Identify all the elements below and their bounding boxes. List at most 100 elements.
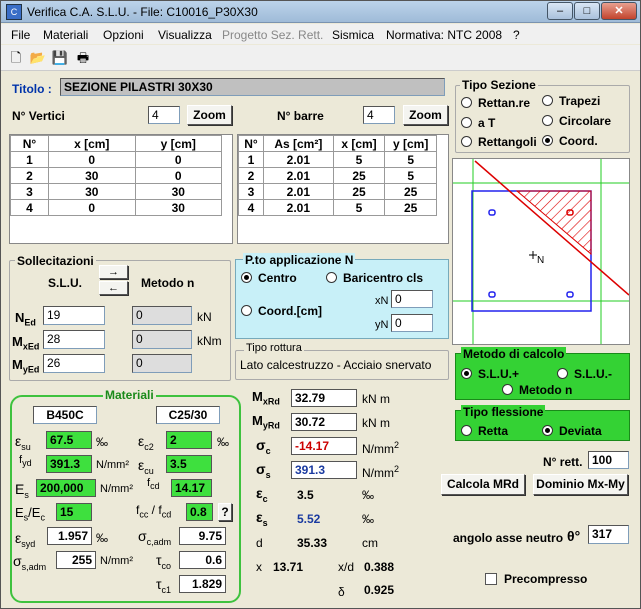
es-field[interactable]: 200,000 <box>36 479 96 497</box>
n3-input[interactable]: 0 <box>132 354 192 373</box>
cell[interactable]: 5 <box>332 151 386 168</box>
print-icon[interactable]: 🖶 <box>74 49 92 67</box>
cell[interactable]: 25 <box>332 167 386 184</box>
calcola-mrd-button[interactable]: Calcola MRd <box>441 474 525 495</box>
radio-at[interactable] <box>461 117 472 128</box>
cell[interactable]: 30 <box>134 183 222 200</box>
menu-help[interactable]: ? <box>513 28 520 42</box>
menu-file[interactable]: File <box>11 28 30 42</box>
radio-coord[interactable] <box>542 135 553 146</box>
vertici-table[interactable]: N° x [cm] y [cm] 100 2 30 0 3 30 30 4 0 30 <box>10 135 222 216</box>
yn-input[interactable]: 0 <box>391 314 433 332</box>
table-row[interactable]: 4 0 30 <box>10 199 222 216</box>
menu-visualizza[interactable]: Visualizza <box>158 28 212 42</box>
cell[interactable]: 25 <box>384 199 437 216</box>
concrete-class-field[interactable]: C25/30 <box>156 406 220 424</box>
radio-baricentro[interactable] <box>326 272 337 283</box>
fcc-fcd-field[interactable]: 0.8 <box>186 503 213 521</box>
maximize-button[interactable]: □ <box>574 2 600 20</box>
cell[interactable]: 3 <box>238 183 264 200</box>
vertici-input[interactable]: 4 <box>148 106 180 124</box>
radio-centro[interactable] <box>241 272 252 283</box>
myed-input[interactable]: 26 <box>43 354 105 373</box>
minimize-button[interactable]: – <box>547 2 573 20</box>
radio-slu-plus[interactable] <box>461 368 472 379</box>
radio-metodo-n[interactable] <box>502 384 513 395</box>
table-row[interactable]: 3 2.01 25 25 <box>238 183 437 200</box>
radio-retta[interactable] <box>461 425 472 436</box>
barre-table[interactable]: N° As [cm²] x [cm] y [cm] 1 2.01 5 5 2 2.01 25 5 … <box>238 135 437 216</box>
cell[interactable]: 2.01 <box>263 183 334 200</box>
cell[interactable]: 30 <box>134 199 222 216</box>
cell[interactable]: 30 <box>48 167 136 184</box>
dominio-button[interactable]: Dominio Mx-My <box>533 474 628 495</box>
table-row[interactable]: 1 2.01 5 5 <box>238 151 437 168</box>
radio-deviata[interactable] <box>542 425 553 436</box>
precompresso-checkbox[interactable] <box>485 573 497 585</box>
radio-slu-minus[interactable] <box>557 368 568 379</box>
cell[interactable]: 2.01 <box>263 199 334 216</box>
radio-rettanre[interactable] <box>461 97 472 108</box>
cell[interactable]: 4 <box>238 199 264 216</box>
cell[interactable]: 2 <box>238 167 264 184</box>
table-row[interactable]: 3 30 30 <box>10 183 222 200</box>
esu-field[interactable]: 67.5 <box>46 431 92 449</box>
mxed-input[interactable]: 28 <box>43 330 105 349</box>
cell[interactable]: 2.01 <box>263 151 334 168</box>
cell[interactable]: 5 <box>332 199 386 216</box>
xn-input[interactable]: 0 <box>391 290 433 308</box>
menu-normativa[interactable]: Normativa: NTC 2008 <box>386 28 502 42</box>
table-row[interactable]: 4 2.01 5 25 <box>238 199 437 216</box>
ned-input[interactable]: 19 <box>43 306 105 325</box>
cell[interactable]: 0 <box>48 199 136 216</box>
cell[interactable]: 0 <box>134 167 222 184</box>
table-row[interactable]: 2 30 0 <box>10 167 222 184</box>
cell[interactable]: 1 <box>238 151 264 168</box>
save-icon[interactable]: 💾 <box>51 49 69 67</box>
menu-opzioni[interactable]: Opzioni <box>103 28 144 42</box>
close-button[interactable]: ✕ <box>601 2 637 20</box>
n2-input[interactable]: 0 <box>132 330 192 349</box>
angolo-input[interactable]: 317 <box>588 525 629 544</box>
radio-trapezi[interactable] <box>542 95 553 106</box>
radio-coord-cm[interactable] <box>241 305 252 316</box>
menu-progetto[interactable]: Progetto Sez. Rett. <box>222 28 323 42</box>
title-bar[interactable]: C Verifica C.A. S.L.U. - File: C10016_P3… <box>1 1 640 23</box>
arrow-right-button[interactable]: → <box>99 265 128 279</box>
barre-zoom-button[interactable]: Zoom <box>403 105 448 125</box>
section-view[interactable]: N <box>452 158 630 345</box>
radio-rettangoli[interactable] <box>461 136 472 147</box>
cell[interactable]: 1 <box>10 151 49 168</box>
arrow-left-button[interactable]: ← <box>99 281 128 295</box>
open-folder-icon[interactable]: 📂 <box>29 49 47 67</box>
ecu-field[interactable]: 3.5 <box>166 455 212 473</box>
help-button[interactable]: ? <box>218 503 232 521</box>
cell[interactable]: 25 <box>332 183 386 200</box>
cell[interactable]: 2.01 <box>263 167 334 184</box>
cell[interactable]: 0 <box>134 151 222 168</box>
table-row[interactable]: 2 2.01 25 5 <box>238 167 437 184</box>
cell[interactable]: 25 <box>384 183 437 200</box>
cell[interactable]: 2 <box>10 167 49 184</box>
vertici-zoom-button[interactable]: Zoom <box>187 105 232 125</box>
cell[interactable]: 4 <box>10 199 49 216</box>
radio-circolare[interactable] <box>542 115 553 126</box>
menu-sismica[interactable]: Sismica <box>332 28 374 42</box>
cell[interactable]: 30 <box>48 183 136 200</box>
titolo-input[interactable]: SEZIONE PILASTRI 30X30 <box>60 78 445 96</box>
es-ec-field[interactable]: 15 <box>56 503 92 521</box>
menu-materiali[interactable]: Materiali <box>43 28 88 42</box>
fcd-field[interactable]: 14.17 <box>171 479 212 497</box>
table-row[interactable]: 100 <box>10 151 222 168</box>
n1-input[interactable]: 0 <box>132 306 192 325</box>
ec2-field[interactable]: 2 <box>166 431 212 449</box>
cell[interactable]: 0 <box>48 151 136 168</box>
barre-input[interactable]: 4 <box>363 106 395 124</box>
cell[interactable]: 3 <box>10 183 49 200</box>
new-file-icon[interactable]: 🗋 <box>7 49 25 67</box>
fyd-field[interactable]: 391.3 <box>46 455 92 473</box>
steel-class-field[interactable]: B450C <box>33 406 97 424</box>
cell[interactable]: 5 <box>384 151 437 168</box>
nrett-input[interactable]: 100 <box>588 451 629 469</box>
cell[interactable]: 5 <box>384 167 437 184</box>
